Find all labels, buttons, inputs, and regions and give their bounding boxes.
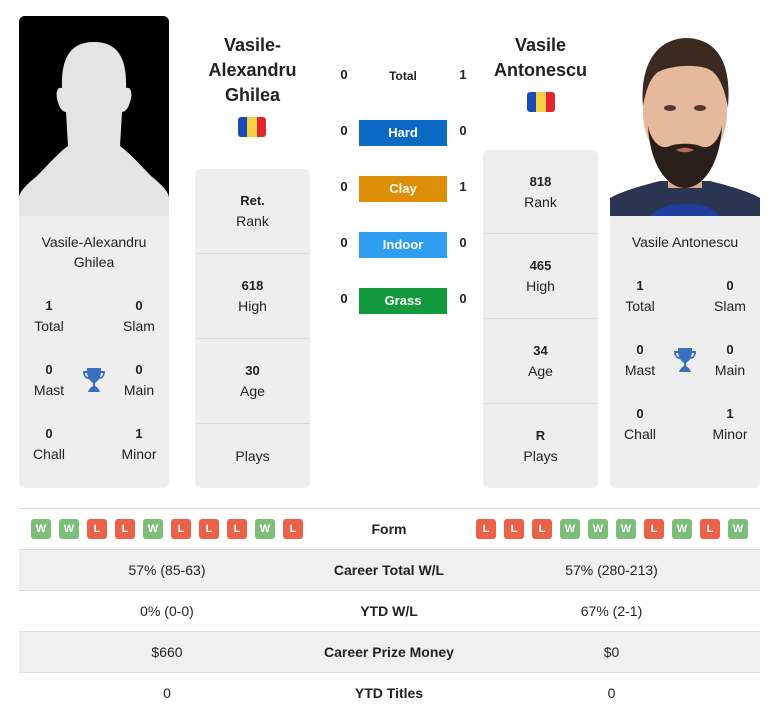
h2h-grass-left: 0 <box>340 291 348 306</box>
h2h-indoor-right: 0 <box>459 235 467 250</box>
prize-money-label: Career Prize Money <box>324 644 454 660</box>
form-badge-win[interactable]: W <box>59 519 79 539</box>
form-badge-loss[interactable]: L <box>87 519 107 539</box>
h2h-grass-right: 0 <box>459 291 467 306</box>
right-titles-total: 1 Total <box>625 278 655 314</box>
left-info-plays: Plays <box>235 448 270 464</box>
left-titles-minor: 1 Minor <box>121 426 157 462</box>
form-badge-win[interactable]: W <box>560 519 580 539</box>
left-card-name-line1: Vasile-Alexandru <box>41 234 147 250</box>
right-player-photo <box>610 16 760 216</box>
right-form-badges: LLLWWWLWLW <box>476 519 748 539</box>
left-card-name-line2: Ghilea <box>73 254 115 270</box>
flag-stripe <box>256 117 266 137</box>
form-badge-win[interactable]: W <box>143 519 163 539</box>
prize-money-right: $0 <box>603 644 620 660</box>
left-flag-romania-icon <box>238 117 266 137</box>
h2h-clay-left: 0 <box>340 179 348 194</box>
right-titles-main: 0 Main <box>714 342 746 378</box>
form-badge-loss[interactable]: L <box>171 519 191 539</box>
left-player-name[interactable]: Vasile- Alexandru Ghilea <box>195 33 310 108</box>
flag-stripe <box>536 92 546 112</box>
left-titles-total: 1 Total <box>34 298 64 334</box>
prize-money-left: $660 <box>151 644 183 660</box>
right-player-name[interactable]: Vasile Antonescu <box>483 33 598 83</box>
right-info-age: 34 Age <box>483 319 598 404</box>
form-badge-loss[interactable]: L <box>504 519 524 539</box>
ytd-wl-row: 0% (0-0) YTD W/L 67% (2-1) <box>19 590 760 631</box>
flag-stripe <box>238 117 248 137</box>
form-badge-loss[interactable]: L <box>476 519 496 539</box>
form-badge-loss[interactable]: L <box>227 519 247 539</box>
right-titles-slam: 0 Slam <box>714 278 746 314</box>
form-badge-win[interactable]: W <box>672 519 692 539</box>
right-titles-minor: 1 Minor <box>712 406 748 442</box>
silhouette-icon <box>19 16 169 216</box>
left-titles-card: Vasile-Alexandru Ghilea 1 Total 0 Slam 0… <box>19 216 169 488</box>
flag-stripe <box>247 117 257 137</box>
h2h-total-label: Total <box>389 69 417 83</box>
player-portrait-icon <box>610 16 760 216</box>
ytd-wl-right: 67% (2-1) <box>580 603 643 619</box>
right-titles-card: Vasile Antonescu 1 Total 0 Slam 0 Mast 0… <box>610 216 760 488</box>
left-info-age: 30 Age <box>195 339 310 424</box>
career-total-label: Career Total W/L <box>333 562 445 578</box>
h2h-clay-right: 1 <box>459 179 467 194</box>
h2h-hard-right: 0 <box>459 123 467 138</box>
surface-clay-button[interactable]: Clay <box>359 176 447 202</box>
left-info-rank: Ret. Rank <box>195 169 310 254</box>
left-titles-slam: 0 Slam <box>123 298 155 334</box>
left-info-card: Ret. Rank 618 High 30 Age Plays <box>195 169 310 488</box>
flag-stripe <box>545 92 555 112</box>
form-row: WWLLWLLLWL Form LLLWWWLWLW <box>19 508 760 549</box>
form-badge-loss[interactable]: L <box>700 519 720 539</box>
right-info-card: 818 Rank 465 High 34 Age R Plays <box>483 150 598 488</box>
form-label: Form <box>371 521 407 537</box>
left-info-high: 618 High <box>195 254 310 339</box>
left-titles-chall: 0 Chall <box>33 426 65 462</box>
form-badge-loss[interactable]: L <box>283 519 303 539</box>
right-info-plays: R Plays <box>523 428 558 464</box>
left-titles-main: 0 Main <box>123 362 155 398</box>
right-titles-chall: 0 Chall <box>624 406 656 442</box>
ytd-titles-label: YTD Titles <box>354 685 424 701</box>
h2h-total-right: 1 <box>459 67 467 82</box>
right-card-name: Vasile Antonescu <box>631 234 739 250</box>
form-badge-loss[interactable]: L <box>644 519 664 539</box>
ytd-titles-left: 0 <box>163 685 171 701</box>
h2h-total-left: 0 <box>340 67 348 82</box>
career-total-right: 57% (280-213) <box>565 562 658 578</box>
career-total-left: 57% (85-63) <box>128 562 206 578</box>
trophy-icon <box>82 367 106 393</box>
ytd-titles-right: 0 <box>607 685 616 701</box>
form-badge-loss[interactable]: L <box>115 519 135 539</box>
form-badge-win[interactable]: W <box>728 519 748 539</box>
trophy-icon <box>673 347 697 373</box>
form-badge-win[interactable]: W <box>588 519 608 539</box>
surface-grass-button[interactable]: Grass <box>359 288 447 314</box>
form-badge-win[interactable]: W <box>255 519 275 539</box>
ytd-wl-label: YTD W/L <box>360 603 418 619</box>
form-badge-win[interactable]: W <box>616 519 636 539</box>
right-info-rank: 818 Rank <box>483 150 598 234</box>
form-badge-loss[interactable]: L <box>199 519 219 539</box>
right-info-high: 465 High <box>483 234 598 319</box>
prize-money-row: $660 Career Prize Money $0 <box>19 631 760 672</box>
left-form-badges: WWLLWLLLWL <box>31 519 303 539</box>
career-total-row: 57% (85-63) Career Total W/L 57% (280-21… <box>19 549 760 590</box>
right-flag-romania-icon <box>527 92 555 112</box>
left-titles-mast: 0 Mast <box>33 362 65 398</box>
form-badge-win[interactable]: W <box>31 519 51 539</box>
surface-hard-button[interactable]: Hard <box>359 120 447 146</box>
flag-stripe <box>527 92 537 112</box>
surface-indoor-button[interactable]: Indoor <box>359 232 447 258</box>
left-player-photo <box>19 16 169 216</box>
ytd-wl-left: 0% (0-0) <box>140 603 194 619</box>
ytd-titles-row: 0 YTD Titles 0 <box>19 672 760 713</box>
h2h-hard-left: 0 <box>340 123 348 138</box>
form-badge-loss[interactable]: L <box>532 519 552 539</box>
right-titles-mast: 0 Mast <box>624 342 656 378</box>
h2h-indoor-left: 0 <box>340 235 348 250</box>
